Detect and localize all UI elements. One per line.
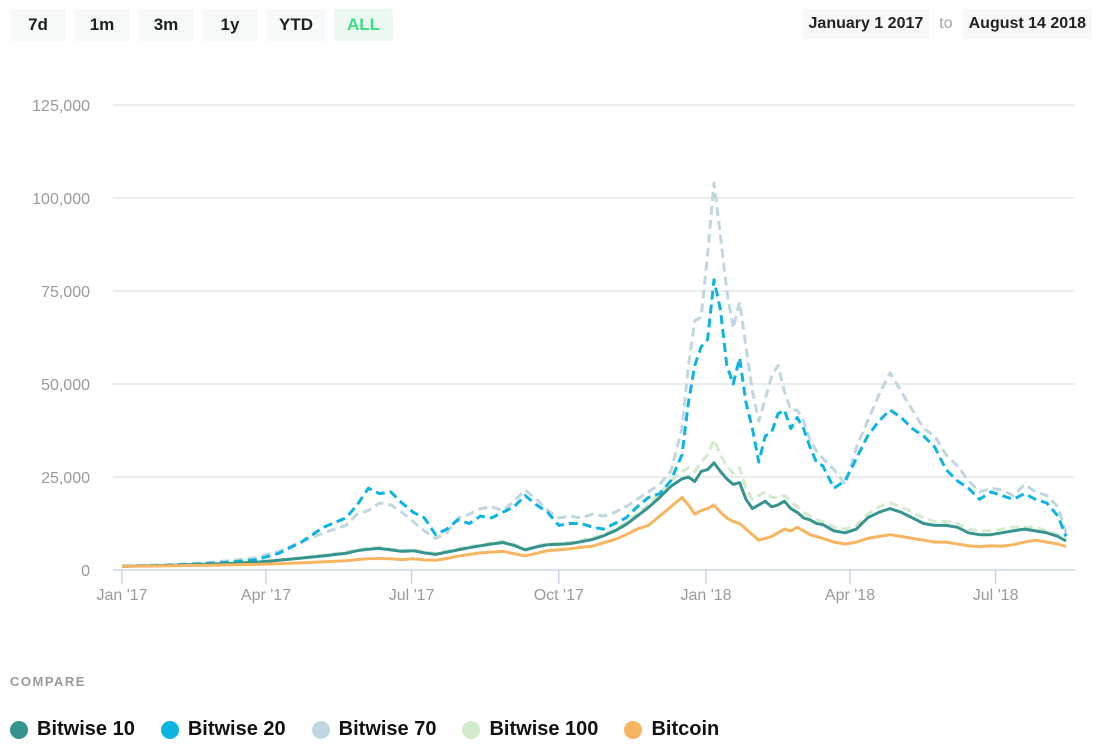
x-axis: Jan '17 Apr '17 Jul '17 Oct '17 Jan '18 Apr '… [96,569,1075,604]
range-button-1y[interactable]: 1y [202,9,258,41]
compare-label: COMPARE [10,674,86,689]
x-tick-label: Jan '18 [680,587,731,604]
legend-item-bitwise-10[interactable]: Bitwise 10 [10,718,135,741]
x-tick-label: Jul '18 [973,587,1019,604]
line-chart: Jan '17 Apr '17 Jul '17 Oct '17 Jan '18 Apr '… [32,98,1075,604]
y-axis: 0 25,000 50,000 75,000 100,000 125,000 [32,98,90,580]
legend-item-bitcoin[interactable]: Bitcoin [624,718,719,741]
legend-color-dot-icon [624,720,643,739]
y-tick-label: 125,000 [32,98,90,115]
range-button-3m[interactable]: 3m [138,9,194,41]
x-tick-label: Jan '17 [96,587,147,604]
x-tick-label: Apr '18 [825,587,875,604]
legend-item-bitwise-20[interactable]: Bitwise 20 [160,718,286,741]
range-button-all[interactable]: ALL [334,9,394,41]
date-range-picker: January 1 2017 to August 14 2018 [802,9,1092,39]
legend-label: Bitwise 100 [489,718,599,740]
end-date-input[interactable]: August 14 2018 [962,9,1092,39]
y-tick-label: 25,000 [41,470,90,487]
legend-color-dot-icon [311,720,330,739]
legend-label: Bitwise 20 [187,718,286,740]
y-tick-label: 100,000 [32,191,90,208]
series-lines [121,181,1068,568]
legend-label: Bitcoin [651,718,720,740]
range-button-1m[interactable]: 1m [74,9,130,41]
legend-color-dot-icon [160,720,179,739]
legend-item-bitwise-100[interactable]: Bitwise 100 [462,718,598,741]
series-line-bitwise-70 [121,181,1068,568]
start-date-input[interactable]: January 1 2017 [802,9,930,39]
y-tick-label: 0 [81,563,90,580]
x-tick-label: Apr '17 [241,587,291,604]
y-tick-label: 50,000 [41,377,90,394]
legend: Bitwise 10 Bitwise 20 Bitwise 70 Bitwise 10… [10,718,719,741]
date-range-separator: to [939,15,953,32]
legend-color-dot-icon [462,720,481,739]
grid-lines [113,104,1075,478]
legend-label: Bitwise 70 [338,718,437,740]
x-tick-label: Oct '17 [534,587,584,604]
range-selector: 7d 1m 3m 1y YTD ALL [10,9,394,41]
range-button-ytd[interactable]: YTD [266,9,326,41]
legend-item-bitwise-70[interactable]: Bitwise 70 [311,718,437,741]
legend-color-dot-icon [10,720,28,739]
series-line-bitwise-10 [121,461,1067,568]
legend-label: Bitwise 10 [37,718,135,740]
x-tick-label: Jul '17 [389,587,435,604]
y-tick-label: 75,000 [41,284,90,301]
range-button-7d[interactable]: 7d [10,9,66,41]
